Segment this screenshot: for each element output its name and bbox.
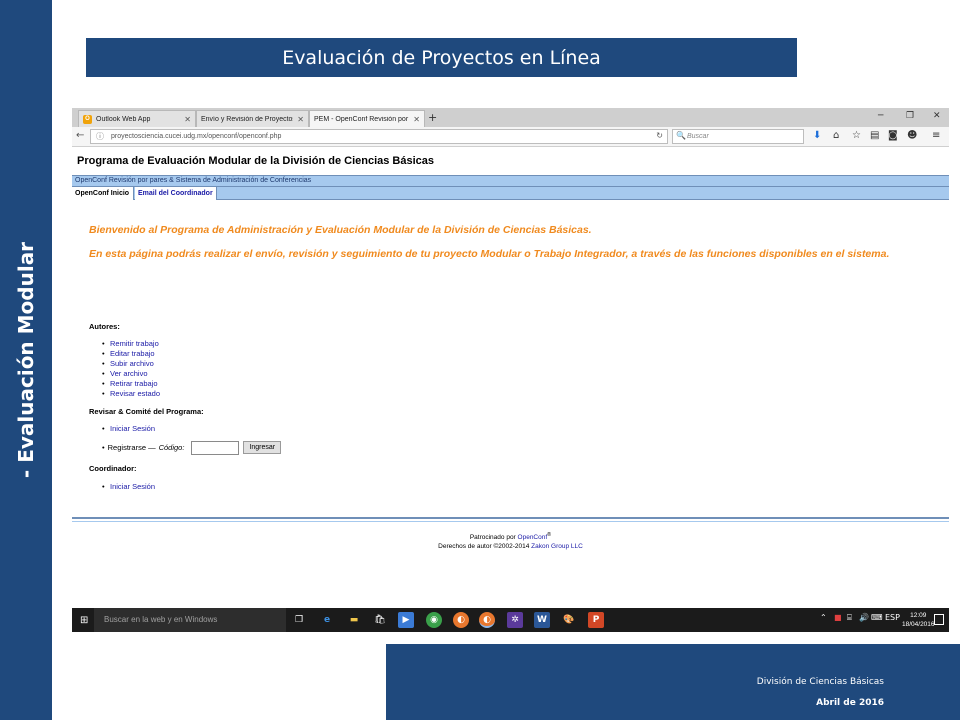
link-view-file[interactable]: Ver archivo [102,369,160,379]
slide-title: Evaluación de Proyectos en Línea [86,38,797,77]
bullet: • [102,443,105,452]
minimize-icon[interactable]: ─ [878,111,883,121]
windows-start-icon[interactable]: ⊞ [80,615,88,626]
clock-date: 18/04/2016 [902,621,935,628]
authors-list: Remitir trabajo Editar trabajo Subir arc… [102,339,160,399]
code-input[interactable] [191,440,240,455]
page-content: Programa de Evaluación Modular de la Div… [72,148,949,608]
copyright-prefix: Derechos de autor ©2002-2014 [438,543,530,551]
menu-icon[interactable]: ≡ [932,130,940,141]
side-label: - Evaluación Modular [14,241,38,479]
browser-navbar: ← ⓘ proyectosciencia.cucei.udg.mx/openco… [72,127,949,147]
download-icon[interactable]: ⬇ [813,130,821,141]
sponsor-footer: Patrocinado por OpenConf® Derechos de au… [72,531,949,551]
address-bar[interactable]: ⓘ proyectosciencia.cucei.udg.mx/openconf… [90,129,668,144]
back-arrow-icon[interactable]: ← [76,130,84,141]
powerpoint-icon[interactable]: P [588,612,604,628]
program-title: Programa de Evaluación Modular de la Div… [77,155,435,167]
media-icon[interactable]: ▶ [398,612,414,628]
tab-pem[interactable]: PEM - OpenConf Revisión por ... ✕ [309,110,425,127]
store-icon[interactable]: 🛍 [372,612,388,628]
keyboard-icon[interactable]: ⌨ [871,613,883,622]
system-clock[interactable]: 12:09 18/04/2016 [902,611,935,629]
openconf-bar: OpenConf Revisión por pares & Sistema de… [72,175,949,187]
close-icon[interactable]: ✕ [413,115,420,124]
tab-label: PEM - OpenConf Revisión por ... [314,115,410,123]
tab-outlook[interactable]: O Outlook Web App ✕ [78,110,196,127]
link-coordinator-login[interactable]: Iniciar Sesión [102,482,155,492]
link-withdraw-paper[interactable]: Retirar trabajo [102,379,160,389]
taskbar-search[interactable]: Buscar en la web y en Windows [94,608,286,632]
file-explorer-icon[interactable]: ▬ [346,612,362,628]
pocket-icon[interactable]: ◙ [888,130,898,141]
task-view-icon[interactable]: ❒ [291,612,307,628]
coordinator-list: Iniciar Sesión [102,482,155,492]
new-tab-button[interactable]: + [428,111,437,124]
tab-coordinator-email[interactable]: Email del Coordinador [135,187,217,200]
network-icon[interactable]: ⌸ [847,613,852,623]
browser-tabbar: O Outlook Web App ✕ Envío y Revisión de … [72,108,949,127]
firefox-icon[interactable]: ◐ [453,612,469,628]
link-submit-paper[interactable]: Remitir trabajo [102,339,160,349]
search-icon: 🔍 [676,131,686,140]
link-upload-file[interactable]: Subir archivo [102,359,160,369]
register-row: • Registrarse — Código: Ingresar [102,440,282,455]
link-edit-paper[interactable]: Editar trabajo [102,349,160,359]
tray-chevron-icon[interactable]: ⌃ [820,613,827,622]
close-icon[interactable]: ✕ [297,115,304,124]
enter-button[interactable]: Ingresar [243,441,282,454]
registered-mark: ® [547,532,552,538]
restore-icon[interactable]: ❐ [906,111,914,121]
volume-icon[interactable]: 🔊 [859,613,869,622]
tab-label: Envío y Revisión de Proyectos ... [201,115,294,123]
settings-app-icon[interactable]: ✲ [507,612,523,628]
firefox-active-icon[interactable]: ◐ [479,612,495,628]
bookmark-star-icon[interactable]: ☆ [852,130,861,141]
footer-box: División de Ciencias Básicas Abril de 20… [386,644,960,720]
bookmarks-list-icon[interactable]: ▤ [870,130,879,141]
reviewers-heading: Revisar & Comité del Programa: [89,407,204,416]
zakon-link[interactable]: Zakon Group LLC [531,543,583,550]
side-band: - Evaluación Modular [0,0,52,720]
lang-indicator[interactable]: ESP [885,613,900,622]
url-text: proyectosciencia.cucei.udg.mx/openconf/o… [111,133,282,140]
coordinator-heading: Coordinador: [89,464,137,473]
windows-taskbar: ⊞ Buscar en la web y en Windows ❒ e ▬ 🛍 … [72,608,949,632]
openconf-tabs: OpenConf Inicio Email del Coordinador [72,187,949,200]
footer-department: División de Ciencias Básicas [756,677,884,687]
reviewers-list: Iniciar Sesión [102,424,155,434]
authors-heading: Autores: [89,322,120,331]
sponsor-prefix: Patrocinado por [469,534,516,542]
footer-date: Abril de 2016 [816,698,884,708]
tray-app-icon[interactable]: ■ [834,613,842,622]
slide: - Evaluación Modular Evaluación de Proye… [0,0,960,720]
word-icon[interactable]: W [534,612,550,628]
tab-envio[interactable]: Envío y Revisión de Proyectos ... ✕ [196,110,309,127]
tab-openconf-home[interactable]: OpenConf Inicio [72,187,134,200]
close-icon[interactable]: ✕ [184,115,191,124]
outlook-icon: O [83,114,92,124]
description-text: En esta página podrás realizar el envío,… [89,248,890,260]
link-reviewer-login[interactable]: Iniciar Sesión [102,424,155,434]
tab-label: Outlook Web App [96,115,151,123]
clock-time: 12:09 [910,612,927,619]
welcome-text: Bienvenido al Programa de Administración… [89,224,592,236]
register-label: Registrarse — [107,443,156,452]
home-icon[interactable]: ⌂ [833,130,839,141]
paint-icon[interactable]: 🎨 [561,612,577,628]
info-icon[interactable]: ⓘ [96,131,104,142]
footer-divider [72,517,949,522]
edge-icon[interactable]: e [319,612,335,628]
link-check-status[interactable]: Revisar estado [102,389,160,399]
code-label: Código: [158,443,185,452]
browser-screenshot: O Outlook Web App ✕ Envío y Revisión de … [72,108,949,632]
browser-search-input[interactable]: 🔍 Buscar [672,129,804,144]
openconf-link[interactable]: OpenConf [518,534,548,541]
chrome-icon[interactable]: ◉ [426,612,442,628]
search-placeholder: Buscar [687,133,709,140]
window-close-icon[interactable]: ✕ [933,111,941,121]
notification-icon[interactable] [934,614,944,625]
reload-icon[interactable]: ↻ [656,131,663,140]
smiley-icon[interactable]: ☻ [907,130,917,141]
